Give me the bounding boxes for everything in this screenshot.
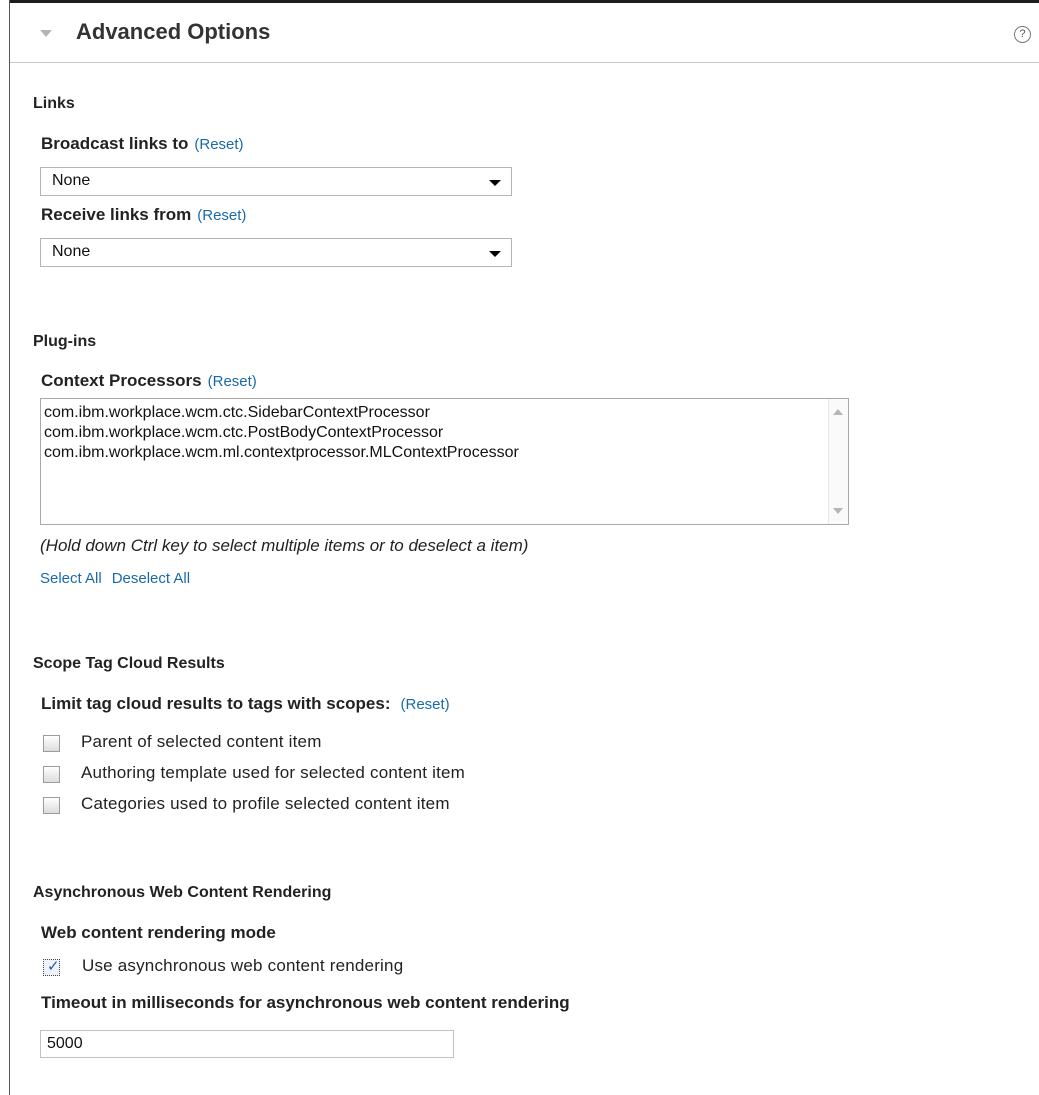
scope-label: Limit tag cloud results to tags with sco… (41, 694, 450, 714)
scope-label-text: Limit tag cloud results to tags with sco… (41, 694, 391, 713)
scope-authoring-template-checkbox[interactable] (43, 766, 60, 783)
context-processors-listbox[interactable]: com.ibm.workplace.wcm.ctc.SidebarContext… (40, 398, 849, 525)
help-icon[interactable]: ? (1014, 26, 1031, 43)
receive-reset-link[interactable]: (Reset) (197, 207, 246, 224)
scroll-up-icon[interactable] (833, 409, 843, 415)
select-all-link[interactable]: Select All (40, 570, 102, 587)
context-processors-label: Context Processors (Reset) (41, 371, 257, 391)
timeout-input[interactable] (40, 1030, 454, 1058)
context-processor-option[interactable]: com.ibm.workplace.wcm.ml.contextprocesso… (44, 444, 519, 462)
chevron-down-icon (489, 180, 501, 186)
select-links-row: Select All Deselect All (40, 570, 190, 588)
panel-title: Advanced Options (76, 19, 271, 44)
context-processor-option[interactable]: com.ibm.workplace.wcm.ctc.PostBodyContex… (44, 424, 443, 442)
scroll-down-icon[interactable] (833, 508, 843, 514)
receive-links-value: None (52, 243, 91, 260)
broadcast-links-select[interactable]: None (40, 167, 512, 196)
plugins-heading: Plug-ins (33, 333, 97, 350)
links-heading: Links (33, 95, 75, 112)
chevron-down-icon (489, 251, 501, 257)
collapse-twisty-icon[interactable] (40, 30, 52, 37)
scope-parent-checkbox[interactable] (43, 735, 60, 752)
async-heading: Asynchronous Web Content Rendering (33, 884, 332, 901)
receive-links-label: Receive links from (Reset) (41, 205, 246, 225)
use-async-label: Use asynchronous web content rendering (82, 956, 404, 975)
context-processors-reset-link[interactable]: (Reset) (208, 373, 257, 390)
listbox-scrollbar[interactable] (828, 399, 848, 524)
scope-authoring-template-label: Authoring template used for selected con… (81, 763, 466, 782)
multi-select-hint: (Hold down Ctrl key to select multiple i… (40, 536, 529, 555)
rendering-mode-label: Web content rendering mode (41, 923, 276, 942)
broadcast-links-label: Broadcast links to (Reset) (41, 134, 244, 154)
panel-header: Advanced Options ? (10, 3, 1039, 63)
context-processors-text: Context Processors (41, 371, 202, 390)
scope-reset-link[interactable]: (Reset) (401, 696, 450, 713)
scope-parent-label: Parent of selected content item (81, 732, 322, 751)
scope-categories-checkbox[interactable] (43, 797, 60, 814)
broadcast-links-text: Broadcast links to (41, 134, 189, 153)
broadcast-reset-link[interactable]: (Reset) (194, 136, 243, 153)
scope-heading: Scope Tag Cloud Results (33, 655, 225, 672)
checkmark-icon: ✓ (47, 958, 60, 975)
panel-left-border (9, 0, 10, 1095)
deselect-all-link[interactable]: Deselect All (112, 570, 190, 587)
broadcast-links-value: None (52, 172, 91, 189)
use-async-checkbox[interactable]: ✓ (43, 958, 60, 976)
receive-links-text: Receive links from (41, 205, 192, 224)
receive-links-select[interactable]: None (40, 238, 512, 267)
timeout-label: Timeout in milliseconds for asynchronous… (41, 993, 570, 1012)
scope-categories-label: Categories used to profile selected cont… (81, 794, 450, 813)
context-processor-option[interactable]: com.ibm.workplace.wcm.ctc.SidebarContext… (44, 404, 430, 422)
